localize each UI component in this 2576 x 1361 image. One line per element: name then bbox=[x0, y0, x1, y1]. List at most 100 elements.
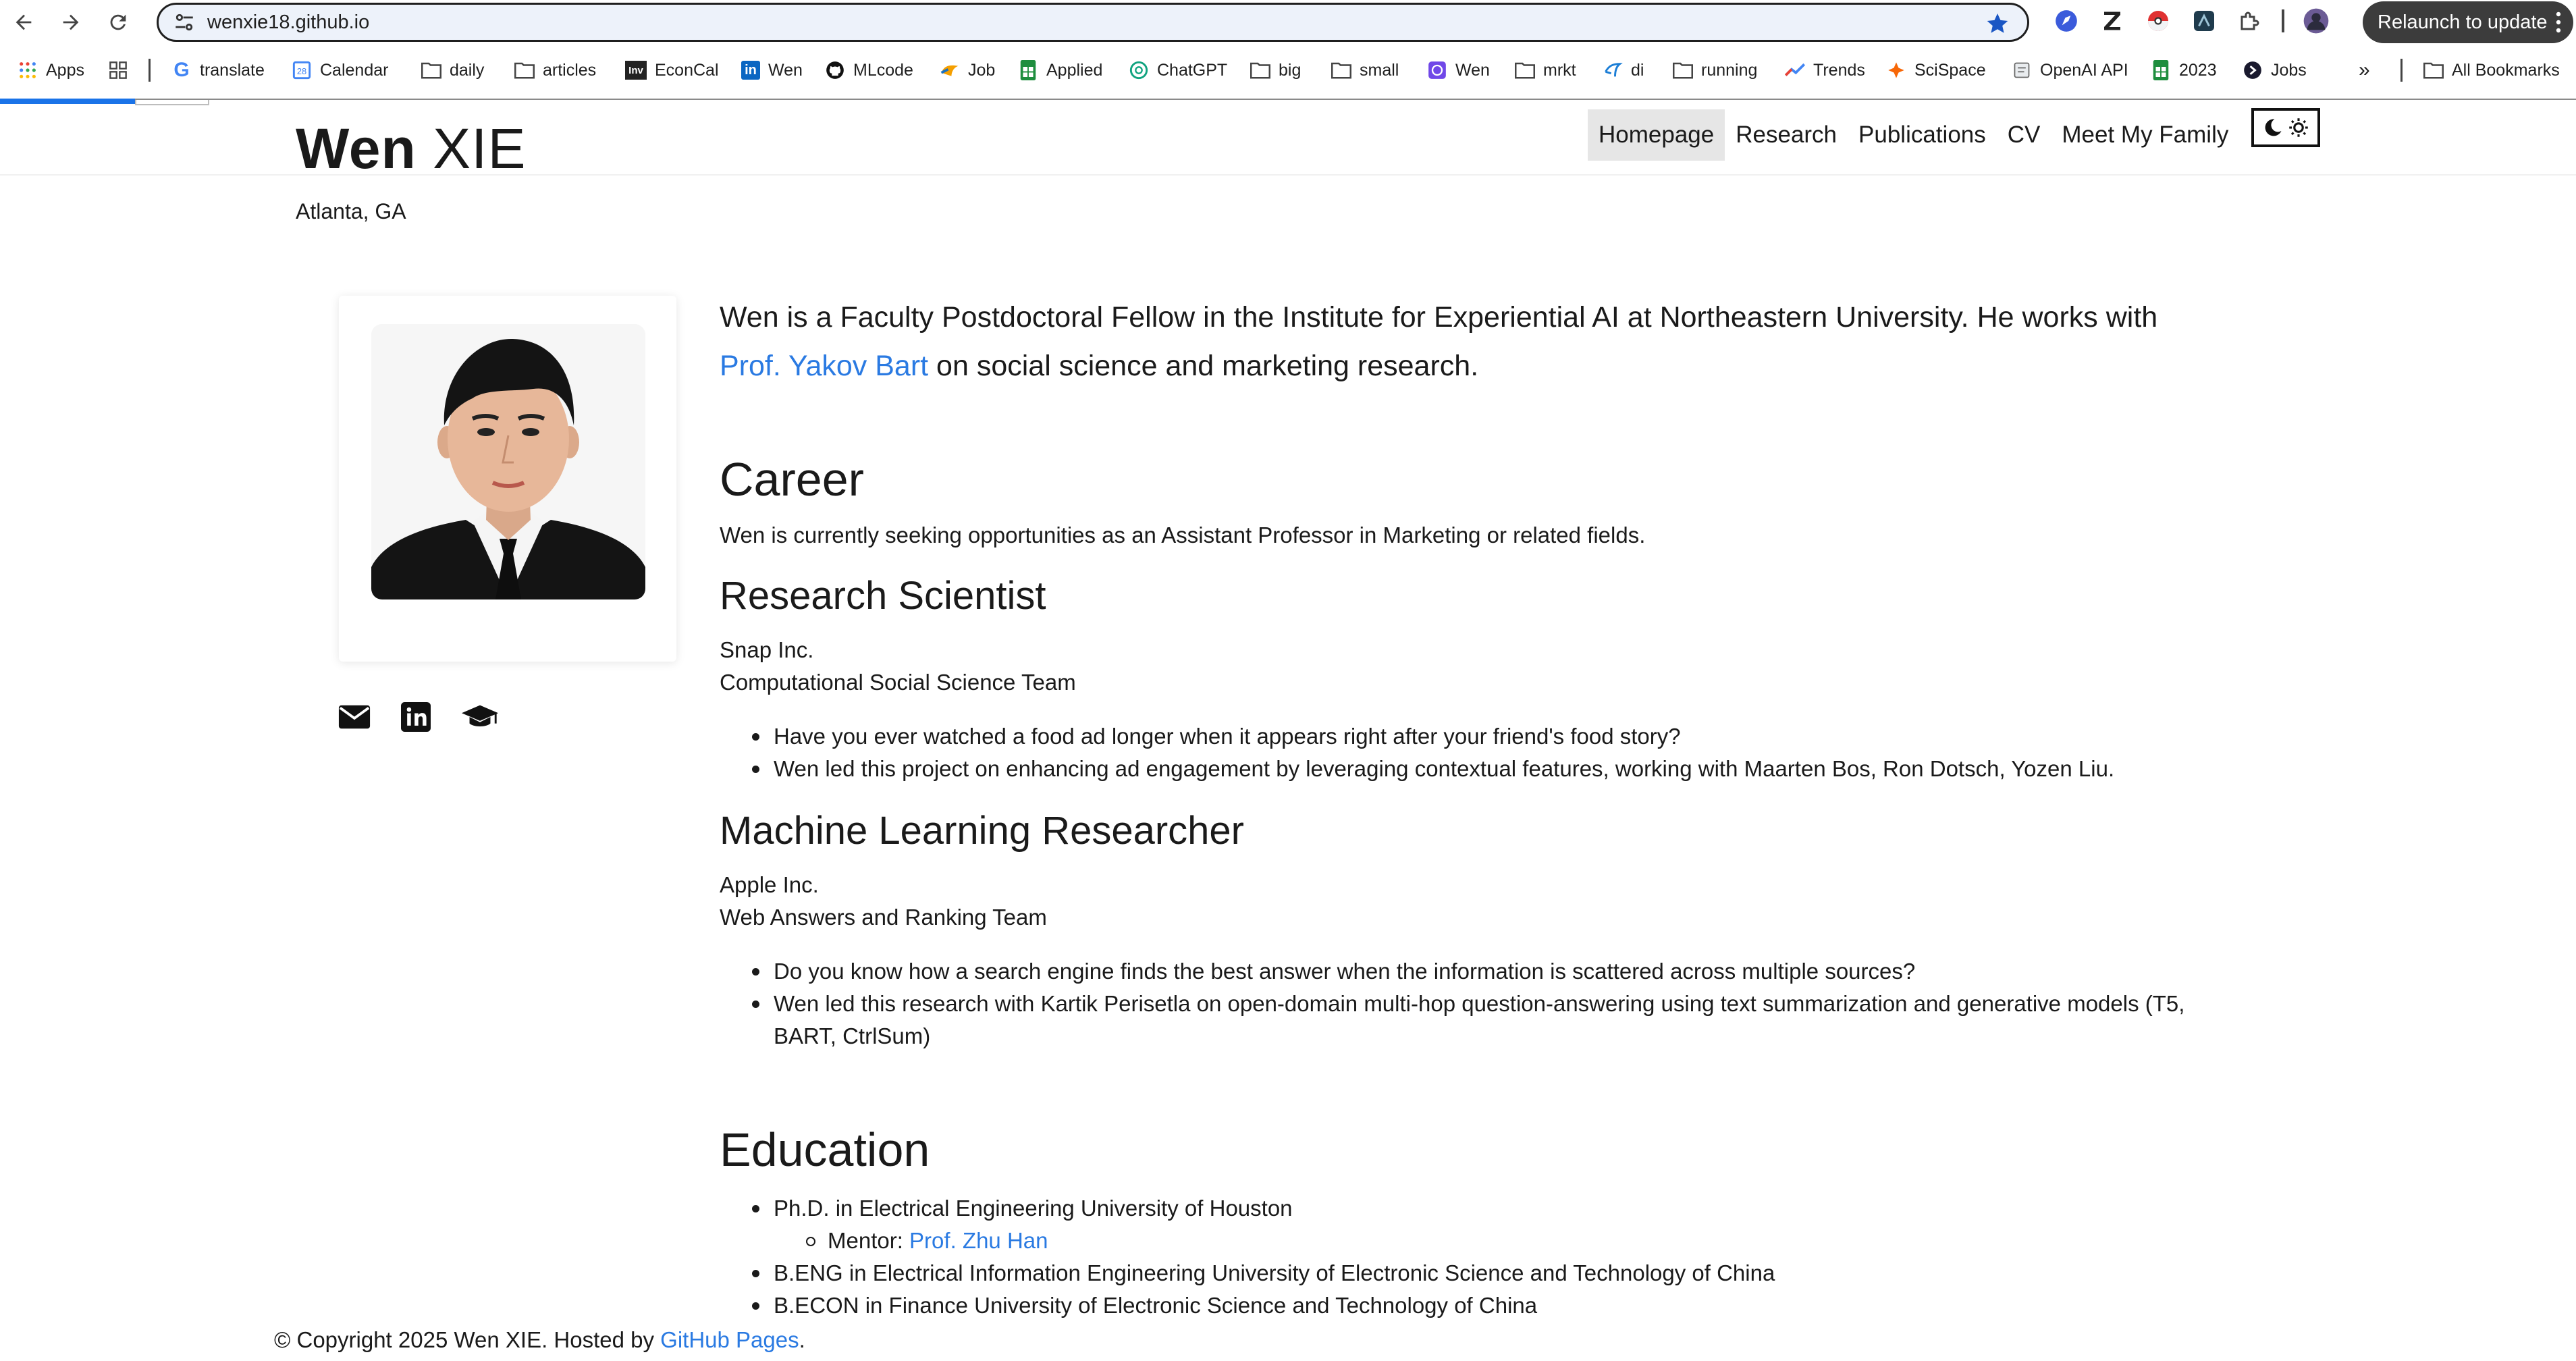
profile-avatar-icon[interactable] bbox=[2302, 7, 2330, 35]
graduation-cap-icon[interactable] bbox=[460, 703, 500, 730]
nav-research[interactable]: Research bbox=[1725, 109, 1848, 161]
tab-groups-icon bbox=[108, 60, 128, 80]
bookmark-label: di bbox=[1631, 60, 1644, 80]
mentor-label: Mentor: bbox=[828, 1227, 910, 1253]
bookmark-label: Trends bbox=[1813, 60, 1865, 80]
bookmark-running[interactable]: running bbox=[1673, 51, 1757, 89]
bookmark-job[interactable]: Job bbox=[940, 51, 995, 89]
folder-icon bbox=[514, 60, 535, 80]
bookmark-daily[interactable]: daily bbox=[421, 51, 484, 89]
education-list: Ph.D. in Electrical Engineering Universi… bbox=[720, 1192, 2225, 1322]
bookmark-wen-linkedin[interactable]: in Wen bbox=[741, 51, 803, 89]
bookmark-articles[interactable]: articles bbox=[514, 51, 596, 89]
linkedin-icon[interactable] bbox=[401, 702, 431, 732]
relaunch-button[interactable]: Relaunch to update bbox=[2363, 1, 2573, 43]
job-company: Apple Inc. bbox=[720, 872, 819, 897]
job-team: Web Answers and Ranking Team bbox=[720, 904, 1047, 930]
extension-pokeball-icon[interactable] bbox=[2144, 7, 2172, 35]
folder-icon bbox=[1673, 60, 1693, 80]
bookmark-label: Apps bbox=[46, 60, 84, 80]
intro-text-end: on social science and marketing research… bbox=[928, 350, 1479, 382]
extension-zotero-icon[interactable] bbox=[2098, 7, 2126, 35]
bookmark-label: big bbox=[1279, 60, 1302, 80]
sheets-icon bbox=[2151, 60, 2171, 80]
bookmark-scispace[interactable]: SciSpace bbox=[1886, 51, 1986, 89]
bookmark-mrkt[interactable]: mrkt bbox=[1515, 51, 1576, 89]
profile-photo bbox=[371, 324, 645, 599]
bookmark-translate[interactable]: G translate bbox=[171, 51, 265, 89]
bookmark-di[interactable]: di bbox=[1603, 51, 1644, 89]
page-load-progress-track bbox=[135, 100, 209, 105]
bookmark-label: small bbox=[1360, 60, 1399, 80]
linkedin-icon: in bbox=[741, 61, 760, 80]
bookmark-calendar[interactable]: 28 Calendar bbox=[292, 51, 388, 89]
bookmark-2023[interactable]: 2023 bbox=[2151, 51, 2217, 89]
bookmark-trends[interactable]: Trends bbox=[1785, 51, 1865, 89]
job-bullets: Have you ever watched a food ad longer w… bbox=[720, 720, 2225, 785]
nav-publications[interactable]: Publications bbox=[1848, 109, 1997, 161]
job-team: Computational Social Science Team bbox=[720, 669, 1076, 695]
svg-text:28: 28 bbox=[297, 66, 306, 76]
toolbar-divider bbox=[2282, 9, 2284, 32]
list-item: Wen led this research with Kartik Perise… bbox=[752, 988, 2225, 1052]
bookmark-chatgpt[interactable]: ChatGPT bbox=[1129, 51, 1227, 89]
job-icon bbox=[940, 60, 960, 80]
address-bar[interactable]: wenxie18.github.io bbox=[157, 3, 2029, 42]
page-load-progress bbox=[0, 99, 135, 104]
list-item: Do you know how a search engine finds th… bbox=[752, 955, 2225, 988]
nav-homepage[interactable]: Homepage bbox=[1588, 109, 1725, 161]
bookmark-all-bookmarks[interactable]: All Bookmarks bbox=[2423, 51, 2560, 89]
advisor-link[interactable]: Prof. Yakov Bart bbox=[720, 350, 928, 382]
education-phd: Ph.D. in Electrical Engineering Universi… bbox=[774, 1195, 1293, 1221]
bookmark-big[interactable]: big bbox=[1250, 51, 1301, 89]
bookmark-openai-api[interactable]: OpenAI API bbox=[2012, 51, 2128, 89]
bookmark-applied[interactable]: Applied bbox=[1018, 51, 1102, 89]
sheets-icon bbox=[1018, 60, 1038, 80]
bookmark-small[interactable]: small bbox=[1331, 51, 1399, 89]
theme-toggle-button[interactable] bbox=[2251, 108, 2321, 147]
folder-icon bbox=[2423, 60, 2444, 80]
bookmark-label: Wen bbox=[1455, 60, 1490, 80]
reload-button[interactable] bbox=[95, 0, 142, 45]
extension-acrobat-icon[interactable] bbox=[2190, 7, 2218, 35]
bookmark-mlcode[interactable]: MLcode bbox=[825, 51, 913, 89]
relaunch-label: Relaunch to update bbox=[2378, 11, 2548, 33]
bookmark-wen-web[interactable]: Wen bbox=[1427, 51, 1490, 89]
site-title[interactable]: Wen XIE bbox=[296, 116, 527, 182]
investing-icon: Inv bbox=[625, 61, 647, 80]
list-item: B.ECON in Finance University of Electron… bbox=[752, 1289, 2225, 1322]
github-pages-link[interactable]: GitHub Pages bbox=[660, 1327, 799, 1352]
site-info-icon[interactable] bbox=[171, 9, 198, 36]
bookmark-star-icon[interactable] bbox=[1985, 11, 2010, 36]
sun-icon bbox=[2289, 118, 2309, 137]
intro-paragraph: Wen is a Faculty Postdoctoral Fellow in … bbox=[720, 293, 2225, 390]
bookmark-apps[interactable]: Apps bbox=[18, 51, 84, 89]
bookmark-tab-groups[interactable] bbox=[108, 51, 128, 89]
bookmark-label: articles bbox=[543, 60, 597, 80]
career-summary: Wen is currently seeking opportunities a… bbox=[720, 523, 1646, 548]
more-menu-icon[interactable] bbox=[2556, 11, 2561, 34]
calendar-icon: 28 bbox=[292, 60, 312, 80]
folder-icon bbox=[1250, 60, 1270, 80]
email-icon[interactable] bbox=[338, 703, 371, 730]
bookmark-econcal[interactable]: Inv EconCal bbox=[625, 51, 719, 89]
site-nav: Homepage Research Publications CV Meet M… bbox=[1588, 108, 2321, 161]
mentor-link[interactable]: Prof. Zhu Han bbox=[909, 1228, 1048, 1253]
bookmark-label: Jobs bbox=[2271, 60, 2307, 80]
nav-meet-my-family[interactable]: Meet My Family bbox=[2051, 109, 2239, 161]
footer-end: . bbox=[799, 1327, 805, 1352]
bookmark-label: MLcode bbox=[853, 60, 913, 80]
bookmarks-overflow-icon[interactable]: » bbox=[2359, 51, 2370, 89]
job-company: Snap Inc. bbox=[720, 637, 814, 662]
bookmark-jobs[interactable]: Jobs bbox=[2243, 51, 2307, 89]
back-button[interactable] bbox=[0, 0, 47, 45]
nav-cv[interactable]: CV bbox=[1997, 109, 2051, 161]
extension-rocket-icon[interactable] bbox=[2052, 7, 2081, 35]
list-item: Ph.D. in Electrical Engineering Universi… bbox=[752, 1192, 2225, 1257]
header-divider bbox=[0, 174, 2576, 176]
forward-button[interactable] bbox=[47, 0, 95, 45]
bookmark-label: translate bbox=[200, 60, 265, 80]
extensions-puzzle-icon[interactable] bbox=[2236, 7, 2264, 35]
moon-icon bbox=[2265, 119, 2282, 136]
openai-icon bbox=[2012, 60, 2032, 80]
